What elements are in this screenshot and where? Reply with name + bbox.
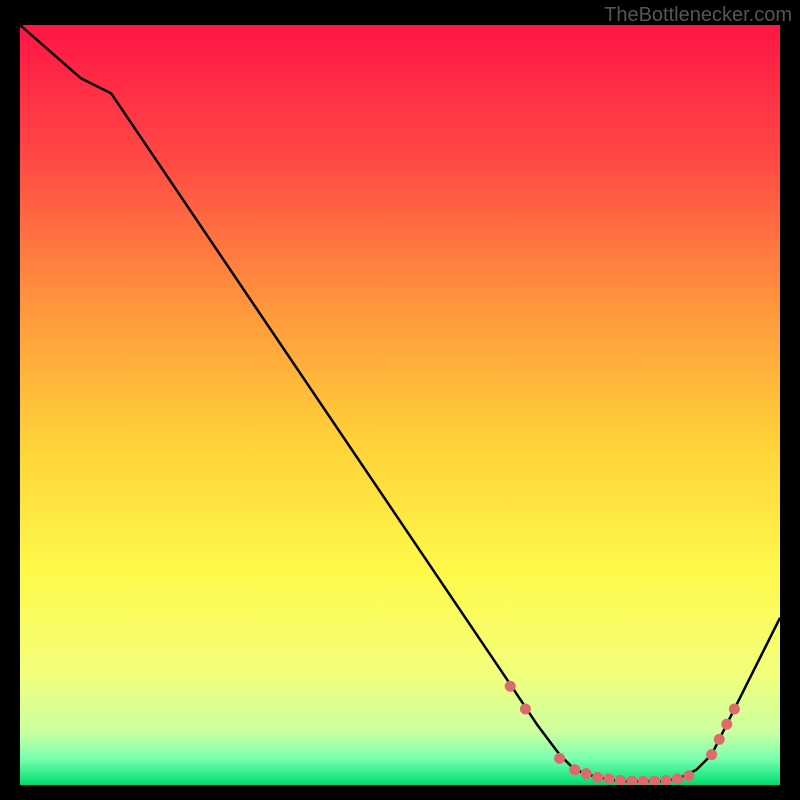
data-point (672, 773, 683, 784)
chart-plot-area (20, 25, 780, 785)
chart-svg (20, 25, 780, 785)
data-point (592, 772, 603, 783)
watermark-text: TheBottlenecker.com (604, 4, 792, 27)
data-point (683, 770, 694, 781)
data-point (581, 768, 592, 779)
data-point (554, 753, 565, 764)
data-point (520, 704, 531, 715)
data-point (729, 704, 740, 715)
data-point (604, 773, 615, 784)
data-point (714, 734, 725, 745)
gradient-background (20, 25, 780, 785)
data-point (721, 719, 732, 730)
data-point (569, 764, 580, 775)
data-point (505, 681, 516, 692)
data-point (706, 749, 717, 760)
